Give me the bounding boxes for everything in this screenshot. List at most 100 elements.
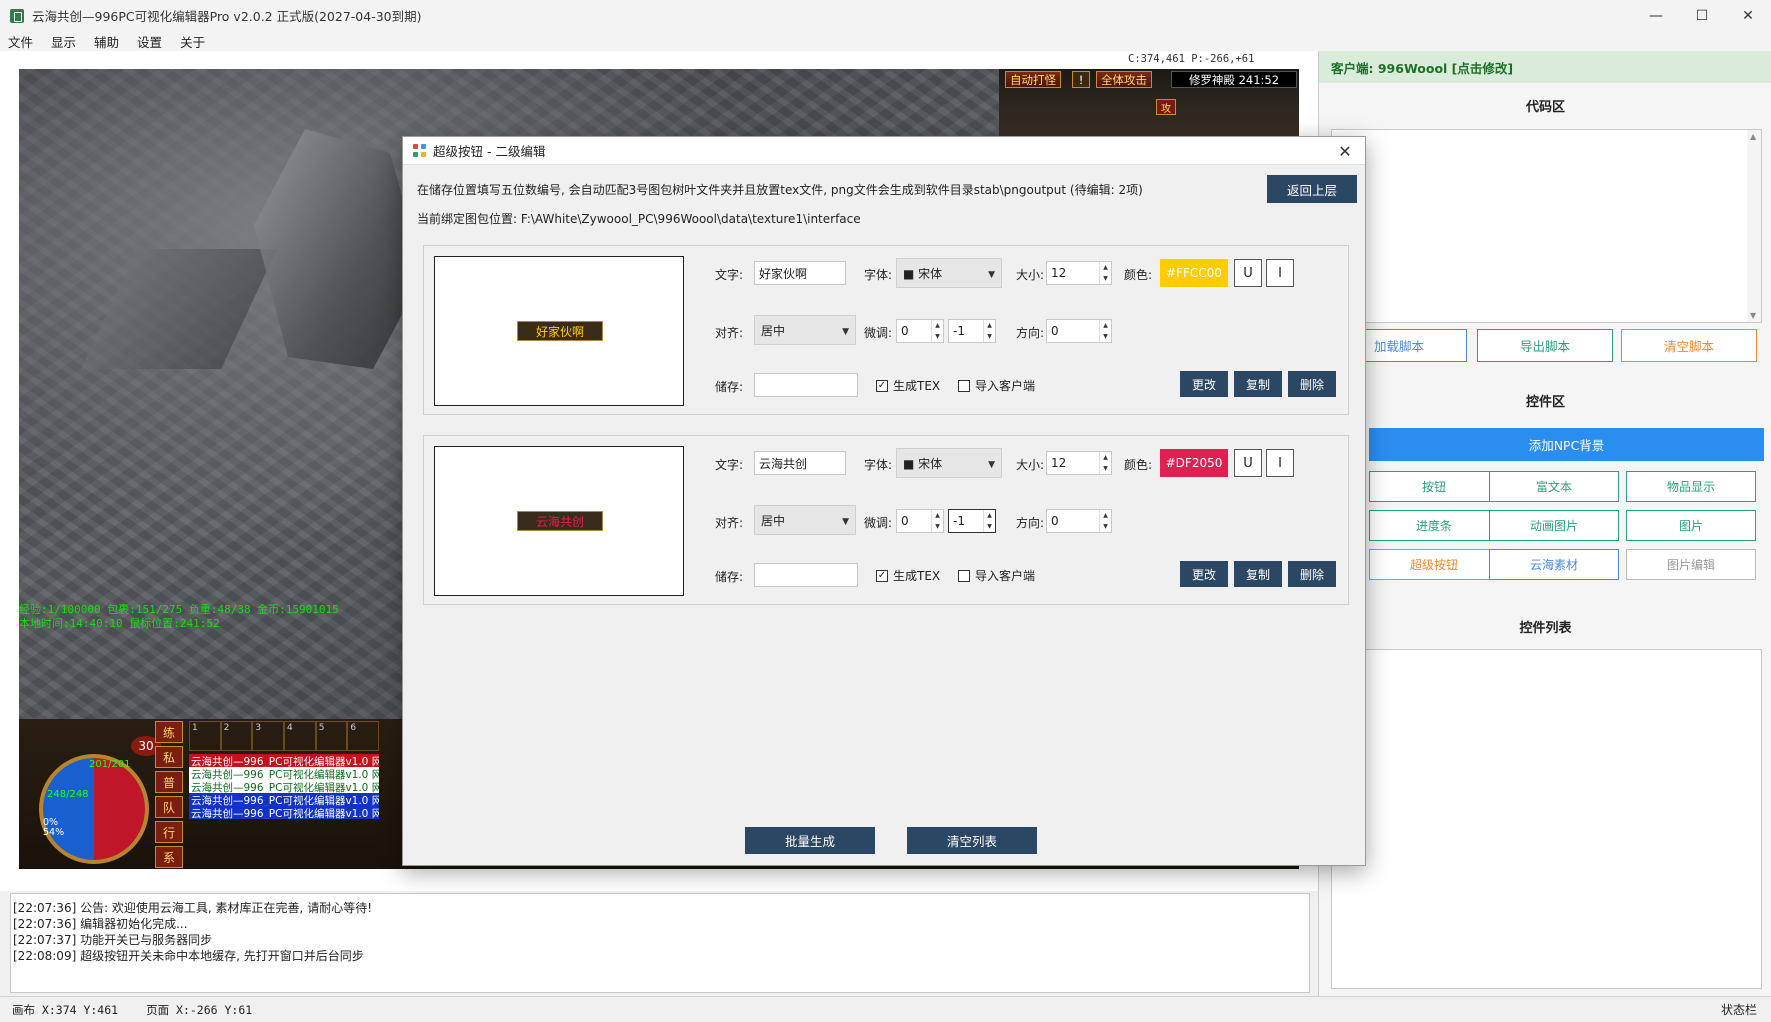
import-client-checkbox[interactable]: 导入客户端 (958, 567, 1035, 584)
modify-button[interactable]: 更改 (1180, 371, 1228, 397)
tune-x-stepper[interactable]: 0 ▲ ▼ (896, 509, 944, 533)
code-area[interactable] (1331, 129, 1762, 323)
dialog-close-button[interactable]: ✕ (1335, 141, 1355, 161)
clear-list-button[interactable]: 清空列表 (907, 827, 1037, 854)
control-richtext[interactable]: 富文本 (1489, 471, 1619, 502)
menu-view[interactable]: 显示 (42, 32, 85, 51)
auto-fight-button[interactable]: 自动打怪 (1005, 71, 1061, 88)
game-status-text: 经验:1/100000 包裹:151/275 负重:48/38 金币:15901… (19, 603, 339, 631)
log-line: [22:08:09] 超级按钮开关未命中本地缓存, 先打开窗口并后台同步 (13, 949, 364, 963)
checkbox-checked-icon[interactable]: ✓ (876, 569, 888, 582)
underline-button[interactable]: U (1234, 259, 1262, 287)
channel-tab[interactable]: 队 (155, 796, 183, 818)
control-cloud-assets[interactable]: 云海素材 (1489, 549, 1619, 580)
all-attack-button[interactable]: 全体攻击 (1096, 71, 1152, 88)
clear-script-button[interactable]: 清空脚本 (1621, 329, 1757, 362)
channel-tab[interactable]: 练 (155, 721, 183, 743)
import-client-label: 导入客户端 (975, 569, 1036, 583)
copy-button[interactable]: 复制 (1234, 371, 1282, 397)
channel-tab[interactable]: 行 (155, 821, 183, 843)
chat-box: 云海共创—996_PC可视化编辑器v1.0 网 云海共创—996_PC可视化编辑… (189, 754, 379, 829)
tune-y-stepper[interactable]: -1 ▲ ▼ (948, 319, 996, 343)
control-image[interactable]: 图片 (1626, 510, 1756, 541)
code-scrollbar[interactable] (1747, 130, 1761, 322)
tune-y-stepper[interactable]: -1 ▲ ▼ (948, 509, 996, 533)
size-stepper[interactable]: 12 ▲ ▼ (1046, 261, 1112, 285)
client-selector[interactable]: 客户端: 996Woool [点击修改] (1319, 51, 1771, 83)
text-input[interactable]: 好家伙啊 (754, 261, 846, 285)
color-picker[interactable]: #DF2050 (1160, 449, 1228, 477)
font-select[interactable]: ■ 宋体 ▼ (896, 258, 1002, 288)
control-button[interactable]: 按钮 (1369, 471, 1499, 502)
checkbox-checked-icon[interactable]: ✓ (876, 379, 888, 392)
menu-file[interactable]: 文件 (0, 32, 42, 51)
channel-tab[interactable]: 系 (155, 846, 183, 868)
font-select[interactable]: ■ 宋体 ▼ (896, 448, 1002, 478)
close-icon: ✕ (1338, 141, 1352, 161)
storage-input[interactable] (754, 373, 858, 397)
size-label: 大小: (1016, 268, 1045, 282)
channel-tab[interactable]: 普 (155, 771, 183, 793)
stepper-arrows-icon[interactable]: ▲ ▼ (931, 510, 943, 532)
gen-tex-checkbox[interactable]: ✓ 生成TEX (876, 377, 940, 394)
italic-button[interactable]: I (1266, 259, 1294, 287)
status-bar: 画布 X:374 Y:461 页面 X:-266 Y:61 状态栏 (0, 996, 1771, 1022)
stepper-arrows-icon[interactable]: ▲ ▼ (1099, 510, 1111, 532)
control-item-display[interactable]: 物品显示 (1626, 471, 1756, 502)
direction-stepper[interactable]: 0 ▲ ▼ (1046, 509, 1112, 533)
stepper-arrows-icon[interactable]: ▲ ▼ (931, 320, 943, 342)
underline-button[interactable]: U (1234, 449, 1262, 477)
control-progress-bar[interactable]: 进度条 (1369, 510, 1499, 541)
storage-input[interactable] (754, 563, 858, 587)
delete-button[interactable]: 删除 (1288, 561, 1336, 587)
checkbox-icon[interactable] (958, 379, 970, 392)
control-image-edit[interactable]: 图片编辑 (1626, 549, 1756, 580)
text-label: 文字: (715, 268, 744, 282)
menu-settings[interactable]: 设置 (128, 32, 171, 51)
stepper-arrows-icon[interactable]: ▲ ▼ (1099, 320, 1111, 342)
stepper-arrows-icon[interactable]: ▲ ▼ (983, 320, 995, 342)
size-stepper[interactable]: 12 ▲ ▼ (1046, 451, 1112, 475)
tune-x-stepper[interactable]: 0 ▲ ▼ (896, 319, 944, 343)
quick-slot[interactable]: 6 (347, 721, 380, 751)
chevron-down-icon: ▼ (988, 270, 995, 280)
channel-tab[interactable]: 私 (155, 746, 183, 768)
stepper-arrows-icon[interactable]: ▲ ▼ (1099, 452, 1111, 474)
delete-button[interactable]: 删除 (1288, 371, 1336, 397)
back-button[interactable]: 返回上层 (1267, 175, 1357, 203)
text-input[interactable]: 云海共创 (754, 451, 846, 475)
gen-tex-checkbox[interactable]: ✓ 生成TEX (876, 567, 940, 584)
color-picker[interactable]: #FFCC00 (1160, 259, 1228, 287)
export-script-button[interactable]: 导出脚本 (1477, 329, 1613, 362)
control-animated-image[interactable]: 动画图片 (1489, 510, 1619, 541)
align-select[interactable]: 居中 ▼ (754, 505, 856, 535)
batch-generate-button[interactable]: 批量生成 (745, 827, 875, 854)
italic-button[interactable]: I (1266, 449, 1294, 477)
quick-slot[interactable]: 5 (315, 721, 348, 751)
tune-label: 微调: (864, 326, 893, 340)
minimize-button[interactable]: — (1633, 0, 1679, 31)
menu-assist[interactable]: 辅助 (85, 32, 128, 51)
gen-tex-label: 生成TEX (893, 569, 941, 583)
copy-button[interactable]: 复制 (1234, 561, 1282, 587)
quick-slot[interactable]: 4 (284, 721, 316, 751)
controls-area-title: 控件区 (1525, 395, 1565, 410)
add-npc-background-button[interactable]: 添加NPC背景 (1369, 428, 1764, 461)
attack-mode-button[interactable]: 攻 (1156, 99, 1176, 115)
stepper-arrows-icon[interactable]: ▲ ▼ (1099, 262, 1111, 284)
menu-about[interactable]: 关于 (171, 32, 214, 51)
control-super-button[interactable]: 超级按钮 (1369, 549, 1499, 580)
quick-slot[interactable]: 1 (189, 721, 221, 751)
align-select[interactable]: 居中 ▼ (754, 315, 856, 345)
modify-button[interactable]: 更改 (1180, 561, 1228, 587)
quick-slot[interactable]: 3 (252, 721, 285, 751)
maximize-button[interactable]: ☐ (1679, 0, 1725, 31)
warning-icon[interactable]: ! (1072, 71, 1090, 88)
close-button[interactable]: ✕ (1725, 0, 1771, 31)
checkbox-icon[interactable] (958, 569, 970, 582)
direction-stepper[interactable]: 0 ▲ ▼ (1046, 319, 1112, 343)
import-client-checkbox[interactable]: 导入客户端 (958, 377, 1035, 394)
control-list[interactable] (1331, 649, 1762, 989)
quick-slot[interactable]: 2 (220, 721, 253, 751)
stepper-arrows-icon[interactable]: ▲ ▼ (983, 510, 995, 532)
